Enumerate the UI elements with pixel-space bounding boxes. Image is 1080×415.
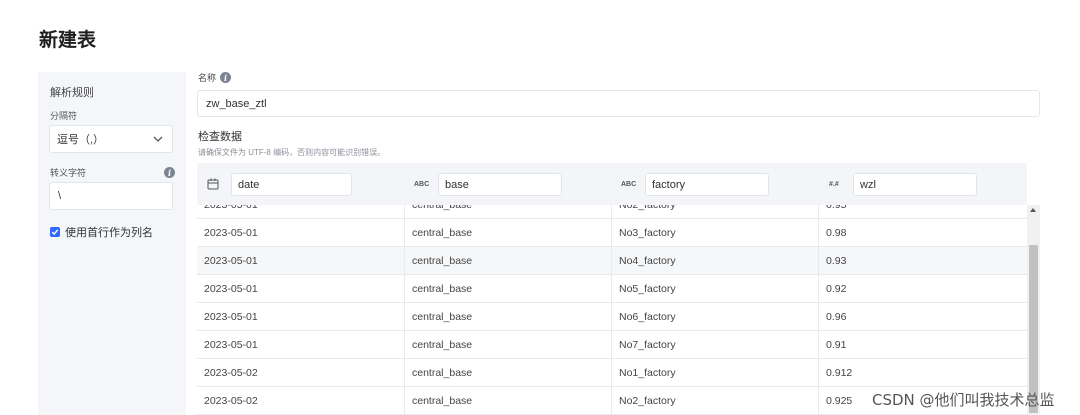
table-cell: 0.91 <box>826 338 847 351</box>
table-cell: 0.912 <box>826 366 853 379</box>
table-cell: 2023-05-01 <box>197 303 405 330</box>
column-header-base: ABC base <box>412 173 562 196</box>
table-cell: central_base <box>405 359 612 386</box>
table-cell: 2023-05-02 <box>197 359 405 386</box>
table-cell: No2_factory <box>612 205 819 218</box>
table-cell: No7_factory <box>612 331 819 358</box>
separator-value: 逗号（,） <box>57 134 105 146</box>
info-icon[interactable]: i <box>220 72 232 83</box>
table-cell: central_base <box>405 331 612 358</box>
info-icon[interactable]: i <box>164 167 175 178</box>
column-name-input[interactable]: base <box>438 173 562 196</box>
table-cell: 2023-05-01 <box>197 275 405 302</box>
text-type-icon: ABC <box>414 181 430 188</box>
table-row: 2023-05-02 central_base No1_factory 0.91… <box>197 359 1027 387</box>
data-preview-table: date ABC base ABC factory #.# wzl 2023-0… <box>197 163 1040 415</box>
chevron-down-icon <box>152 133 164 145</box>
table-cell: No2_factory <box>612 387 819 414</box>
column-header-wzl: #.# wzl <box>827 173 977 196</box>
table-cell: No5_factory <box>612 275 819 302</box>
table-cell: 2023-05-01 <box>197 219 405 246</box>
name-field-label-row: 名称 i <box>198 71 232 84</box>
number-type-icon: #.# <box>829 181 839 188</box>
table-cell: 0.96 <box>826 310 847 323</box>
check-data-hint: 请确保文件为 UTF-8 编码，否则内容可能识别错误。 <box>198 148 386 157</box>
table-cell: 2023-05-01 <box>197 331 405 358</box>
column-name: base <box>445 178 469 191</box>
parse-rules-panel: 解析规则 分隔符 逗号（,） 转义字符 i \ 使用首行作为列名 <box>38 72 186 415</box>
parse-rules-heading: 解析规则 <box>50 87 94 99</box>
table-cell: 0.92 <box>826 282 847 295</box>
watermark: CSDN @他们叫我技术总监 <box>872 391 1055 409</box>
table-cell: No3_factory <box>612 219 819 246</box>
table-name-input[interactable]: zw_base_ztl <box>197 90 1040 117</box>
table-name-value: zw_base_ztl <box>206 97 267 110</box>
check-data-title: 检查数据 <box>198 131 242 143</box>
table-cell: 0.98 <box>826 226 847 239</box>
column-name-input[interactable]: factory <box>645 173 769 196</box>
table-row: 2023-05-01 central_base No3_factory 0.98 <box>197 219 1027 247</box>
table-cell: 2023-05-01 <box>197 205 405 218</box>
header-row-checkbox-label: 使用首行作为列名 <box>65 227 153 239</box>
column-header-date: date <box>205 173 352 196</box>
text-type-icon: ABC <box>621 181 637 188</box>
table-cell: 0.95 <box>819 205 1027 218</box>
table-cell: No4_factory <box>612 247 819 274</box>
table-row: 2023-05-01 central_base No7_factory 0.91 <box>197 331 1027 359</box>
table-cell: 0.93 <box>826 254 847 267</box>
table-cell: 2023-05-01 <box>197 247 405 274</box>
table-scrollbar[interactable] <box>1027 205 1040 415</box>
header-row-option[interactable]: 使用首行作为列名 <box>50 224 153 240</box>
table-cell: central_base <box>405 247 612 274</box>
scroll-up-arrow-icon[interactable] <box>1030 208 1036 212</box>
column-name-input[interactable]: date <box>231 173 352 196</box>
header-row-checkbox[interactable] <box>50 227 60 237</box>
calendar-icon <box>205 178 231 192</box>
table-cell: No6_factory <box>612 303 819 330</box>
table-cell: central_base <box>405 219 612 246</box>
column-name: factory <box>652 178 686 191</box>
escape-char-value: \ <box>58 190 62 202</box>
page-title: 新建表 <box>39 29 97 51</box>
separator-select[interactable]: 逗号（,） <box>49 125 173 153</box>
table-row: 2023-05-01 central_base No6_factory 0.96 <box>197 303 1027 331</box>
column-name: date <box>238 178 260 191</box>
table-cell: central_base <box>405 303 612 330</box>
table-row: 2023-05-01 central_base No2_factory 0.95 <box>197 205 1027 219</box>
escape-char-input[interactable]: \ <box>49 182 173 210</box>
table-cell: central_base <box>405 205 612 218</box>
escape-char-label: 转义字符 <box>50 168 87 178</box>
scrollbar-thumb[interactable] <box>1029 245 1038 413</box>
table-row: 2023-05-01 central_base No4_factory 0.93 <box>197 247 1027 275</box>
table-header: date ABC base ABC factory #.# wzl <box>197 163 1027 205</box>
table-cell: 2023-05-02 <box>197 387 405 414</box>
table-cell: central_base <box>405 387 612 414</box>
column-name-input[interactable]: wzl <box>853 173 977 196</box>
column-header-factory: ABC factory <box>619 173 769 196</box>
table-cell: No1_factory <box>612 359 819 386</box>
column-name: wzl <box>860 178 876 191</box>
table-cell: central_base <box>405 275 612 302</box>
table-body: 2023-05-01 central_base No2_factory 0.95… <box>197 205 1027 415</box>
table-row: 2023-05-01 central_base No5_factory 0.92 <box>197 275 1027 303</box>
name-field-label: 名称 <box>198 73 217 83</box>
separator-label: 分隔符 <box>50 111 78 121</box>
